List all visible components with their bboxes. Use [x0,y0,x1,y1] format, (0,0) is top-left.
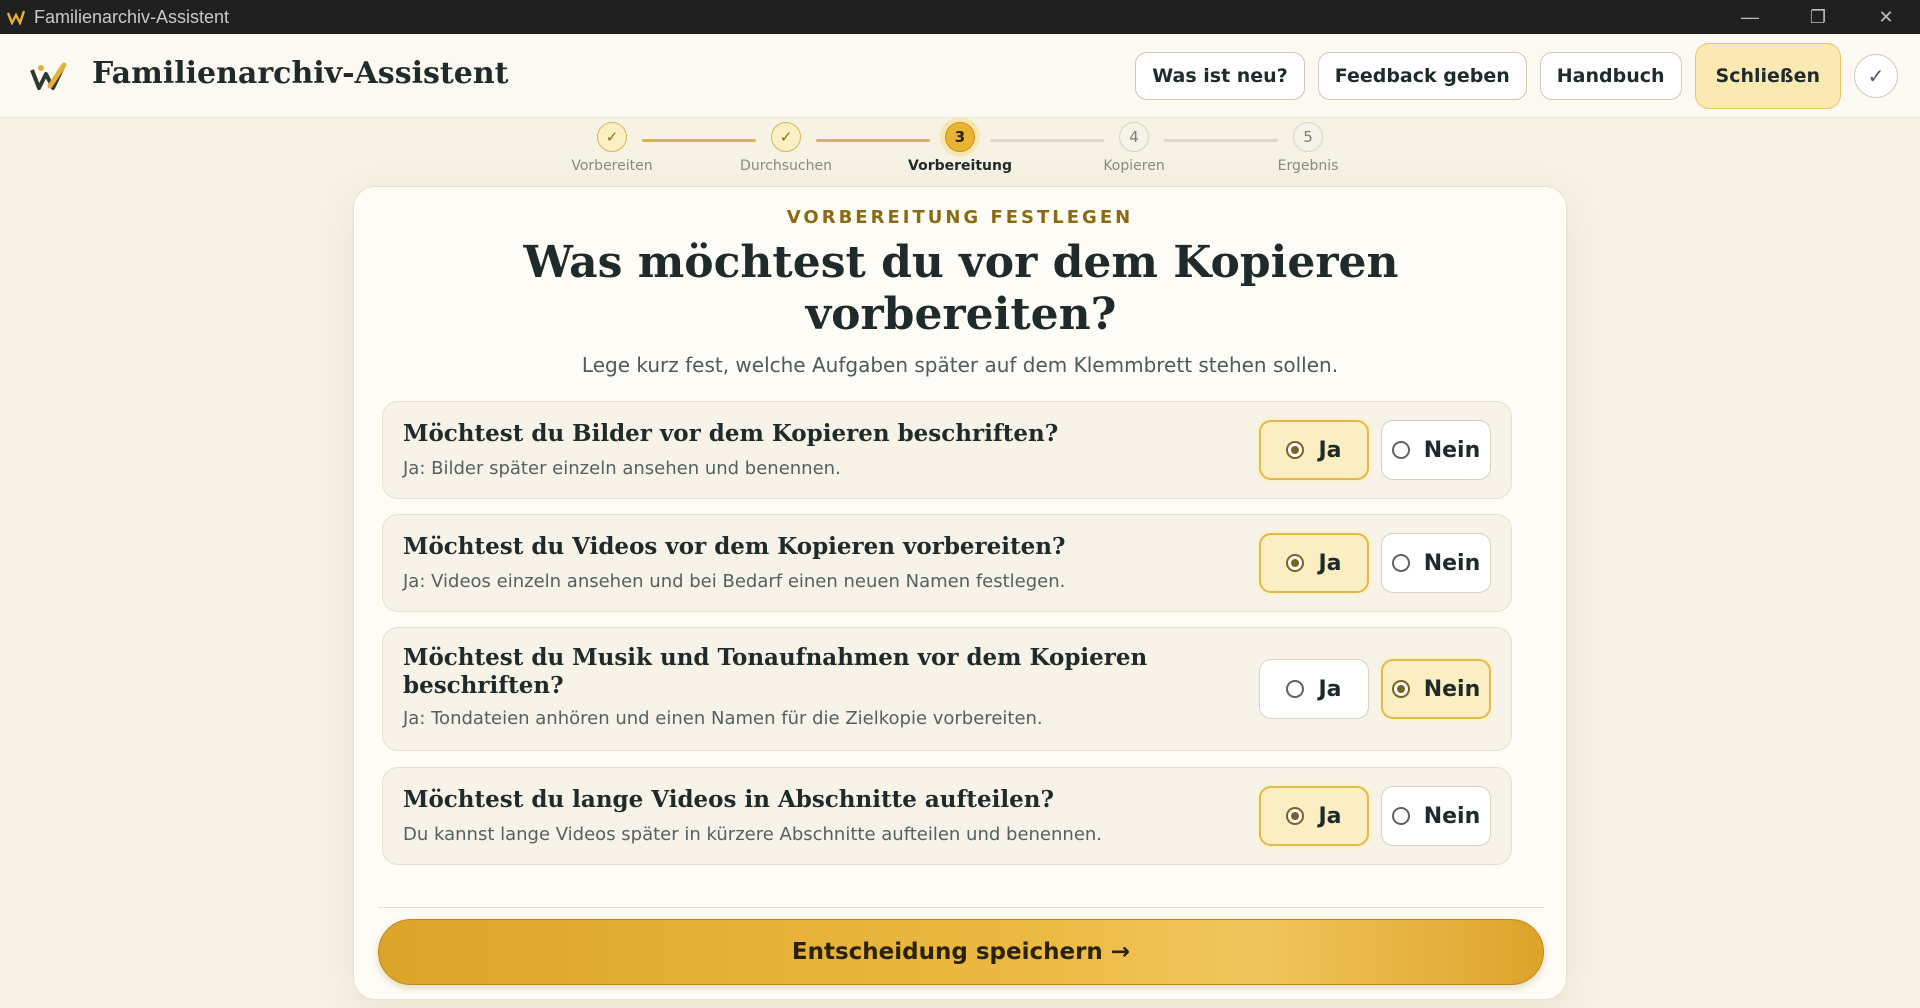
option-yes[interactable]: Ja [1259,420,1369,480]
option-label: Nein [1423,550,1481,576]
step-label: Durchsuchen [740,158,832,174]
option-no[interactable]: Nein [1381,659,1491,719]
preparation-card: VORBEREITUNG FESTLEGEN Was möchtest du v… [353,186,1567,1000]
option-label: Nein [1423,437,1481,463]
step-number: 3 [945,122,975,152]
step-vorbereitung: 3 Vorbereitung [890,122,1030,174]
app-logo-icon [6,7,26,27]
step-label: Ergebnis [1277,158,1339,174]
question-text: Möchtest du Bilder vor dem Kopieren besc… [403,420,1059,447]
close-button[interactable]: Schließen [1694,43,1841,109]
step-number: 5 [1293,122,1323,152]
step-check-icon: ✓ [597,122,627,152]
radio-selected-icon [1286,441,1305,459]
window-titlebar: Familienarchiv-Assistent — ❐ ✕ [0,0,1920,34]
step-kopieren: 4 Kopieren [1064,122,1204,174]
progress-stepper: ✓ Vorbereiten ✓ Durchsuchen 3 Vorbereitu… [0,118,1920,182]
question-description: Ja: Bilder später einzeln ansehen und be… [403,458,841,479]
question-row-split-videos: Möchtest du lange Videos in Abschnitte a… [382,767,1512,865]
radio-empty-icon [1391,554,1410,572]
step-ergebnis: 5 Ergebnis [1238,122,1378,174]
brand-logo-icon [30,62,67,90]
option-label: Ja [1318,550,1342,576]
step-number: 4 [1119,122,1149,152]
step-label: Vorbereitung [908,158,1012,174]
step-check-icon: ✓ [771,122,801,152]
page-title: Was möchtest du vor dem Kopieren vorbere… [523,237,1399,340]
whats-new-button[interactable]: Was ist neu? [1135,52,1305,100]
question-description: Ja: Videos einzeln ansehen und bei Bedar… [403,571,1066,592]
option-label: Nein [1423,803,1481,829]
question-row-videos: Möchtest du Videos vor dem Kopieren vorb… [382,514,1512,612]
radio-empty-icon [1286,680,1305,698]
question-text: Möchtest du lange Videos in Abschnitte a… [403,786,1054,813]
question-description: Ja: Tondateien anhören und einen Namen f… [403,708,1043,729]
restore-button[interactable]: ❐ [1784,0,1852,34]
option-label: Ja [1318,437,1342,463]
section-eyebrow: VORBEREITUNG FESTLEGEN [786,207,1134,228]
brand-name: Familienarchiv-Assistent [92,56,509,91]
question-row-audio: Möchtest du Musik und Tonaufnahmen vor d… [382,627,1512,751]
radio-selected-icon [1286,807,1305,825]
divider [378,907,1544,908]
manual-button[interactable]: Handbuch [1539,52,1682,100]
question-text: Möchtest du Musik und Tonaufnahmen vor d… [403,644,1148,699]
radio-empty-icon [1391,807,1410,825]
question-text: Möchtest du Videos vor dem Kopieren vorb… [403,533,1066,560]
option-yes[interactable]: Ja [1259,659,1369,719]
step-label: Vorbereiten [571,158,653,174]
feedback-button[interactable]: Feedback geben [1317,52,1527,100]
question-description: Du kannst lange Videos später in kürzere… [403,824,1103,845]
minimize-button[interactable]: — [1716,0,1784,34]
option-label: Nein [1423,676,1481,702]
option-yes[interactable]: Ja [1259,533,1369,593]
option-no[interactable]: Nein [1381,420,1491,480]
step-label: Kopieren [1103,158,1165,174]
option-yes[interactable]: Ja [1259,786,1369,846]
page-subtitle: Lege kurz fest, welche Aufgaben später a… [581,353,1339,377]
window-title: Familienarchiv-Assistent [34,6,230,27]
radio-selected-icon [1286,554,1305,572]
radio-empty-icon [1391,441,1410,459]
save-decision-button[interactable]: Entscheidung speichern → [378,919,1544,985]
question-row-images: Möchtest du Bilder vor dem Kopieren besc… [382,401,1512,499]
step-durchsuchen: ✓ Durchsuchen [716,122,856,174]
option-label: Ja [1318,803,1342,829]
check-icon[interactable]: ✓ [1854,54,1898,98]
option-no[interactable]: Nein [1381,533,1491,593]
option-no[interactable]: Nein [1381,786,1491,846]
app-header: Familienarchiv-Assistent Was ist neu? Fe… [0,34,1920,118]
step-vorbereiten: ✓ Vorbereiten [542,122,682,174]
radio-selected-icon [1391,680,1410,698]
close-window-button[interactable]: ✕ [1852,0,1920,34]
option-label: Ja [1318,676,1342,702]
